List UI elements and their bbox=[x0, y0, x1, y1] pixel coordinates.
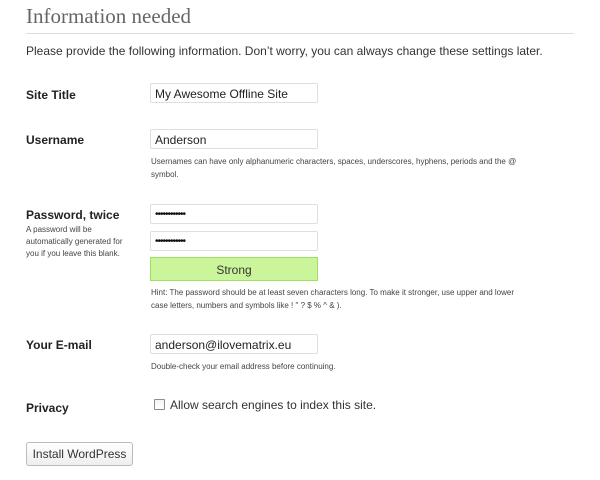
install-form-page: Information needed Please provide the fo… bbox=[0, 0, 600, 480]
page-title: Information needed bbox=[26, 4, 192, 28]
site-title-label: Site Title bbox=[26, 88, 76, 102]
username-description-line: Usernames can have only alphanumeric cha… bbox=[151, 157, 517, 166]
install-wordpress-button[interactable]: Install WordPress bbox=[26, 442, 133, 466]
privacy-label: Privacy bbox=[26, 401, 69, 415]
password-label: Password, twice bbox=[26, 208, 120, 222]
password-strength-indicator: Strong bbox=[150, 257, 318, 281]
username-input[interactable]: Anderson bbox=[150, 129, 318, 149]
email-description: Double-check your email address before c… bbox=[151, 362, 336, 371]
password-note-line: automatically generated for bbox=[26, 237, 123, 246]
password-note: A password will be automatically generat… bbox=[26, 224, 138, 260]
username-description: Usernames can have only alphanumeric cha… bbox=[151, 155, 516, 181]
privacy-checkbox-label[interactable]: Allow search engines to index this site. bbox=[170, 398, 376, 412]
password-input[interactable]: •••••••••••• bbox=[150, 204, 318, 224]
username-label: Username bbox=[26, 133, 85, 147]
password-hint-line: case letters, numbers and symbols like !… bbox=[151, 301, 342, 310]
email-label: Your E-mail bbox=[26, 338, 92, 352]
username-description-line: symbol. bbox=[151, 170, 179, 179]
password-hint: Hint: The password should be at least se… bbox=[151, 286, 514, 312]
password-note-line: A password will be bbox=[26, 225, 92, 234]
heading-divider bbox=[26, 33, 574, 34]
email-input[interactable]: anderson@ilovematrix.eu bbox=[150, 334, 318, 354]
password-note-line: you if you leave this blank. bbox=[26, 249, 120, 258]
password-confirm-input[interactable]: •••••••••••• bbox=[150, 231, 318, 251]
site-title-input[interactable]: My Awesome Offline Site bbox=[150, 83, 318, 103]
privacy-checkbox[interactable] bbox=[154, 399, 165, 410]
intro-text: Please provide the following information… bbox=[26, 44, 543, 58]
password-hint-line: Hint: The password should be at least se… bbox=[151, 288, 515, 297]
